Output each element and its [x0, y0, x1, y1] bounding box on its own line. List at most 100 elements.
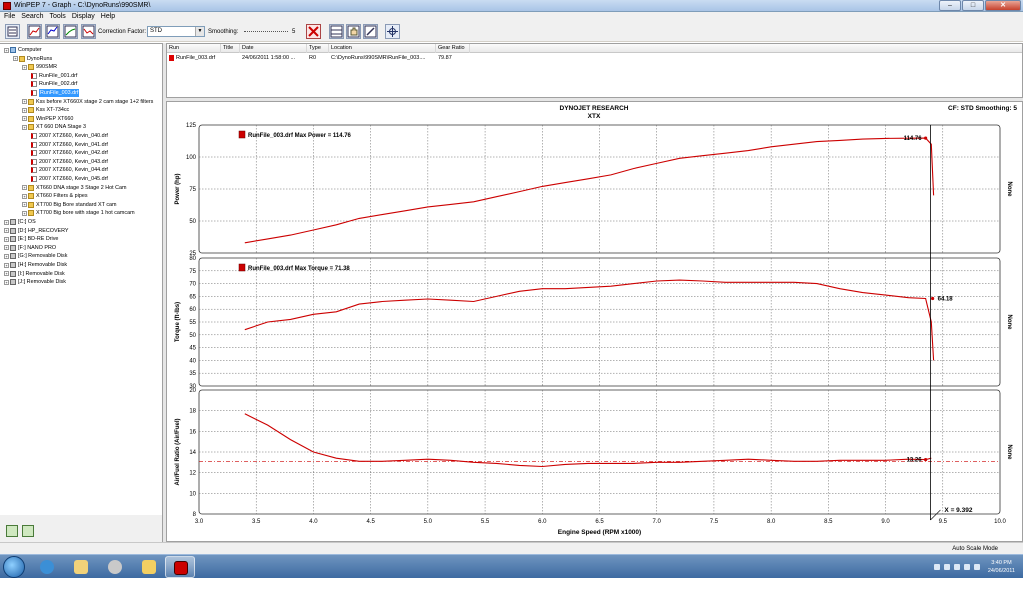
tree-item[interactable]: + DynoRuns [13, 55, 52, 63]
expand-icon[interactable]: + [4, 245, 9, 251]
expand-icon[interactable]: + [22, 185, 27, 191]
network-icon[interactable] [963, 564, 970, 570]
start-button[interactable] [3, 556, 25, 578]
taskbar-winpep[interactable] [165, 556, 195, 578]
menu-file[interactable]: File [4, 12, 15, 22]
tree-item[interactable]: + [C:] OS [4, 218, 36, 226]
menu-display[interactable]: Display [72, 12, 95, 22]
volume-icon[interactable] [973, 564, 980, 570]
hand-tool-button[interactable] [346, 24, 361, 39]
expand-icon[interactable]: + [4, 236, 9, 242]
notes-icon[interactable] [6, 525, 18, 537]
delete-button[interactable] [306, 24, 321, 39]
column-header-location[interactable]: Location [329, 44, 436, 53]
edit-graph-button[interactable] [363, 24, 378, 39]
winpep-icon [174, 561, 188, 575]
tree-item[interactable]: + WinPEP XT660 [22, 115, 73, 123]
tree-item[interactable]: + XT 660 DNA Stage 3 [22, 123, 86, 131]
expand-icon[interactable]: + [22, 193, 27, 199]
tree-item[interactable]: RunFile_003.drf [31, 89, 80, 97]
expand-icon[interactable]: + [22, 107, 27, 113]
tree-item[interactable]: RunFile_001.drf [31, 72, 77, 80]
graph-2-button[interactable] [45, 24, 60, 39]
tree-item[interactable]: + XT700 Big Bore standard XT cam [22, 201, 117, 209]
expand-icon[interactable]: + [4, 271, 9, 277]
column-header-type[interactable]: Type [307, 44, 329, 53]
expand-icon[interactable]: + [22, 124, 27, 130]
close-button[interactable]: ✕ [985, 0, 1021, 11]
tree-item[interactable]: + [F:] NANO PRO [4, 244, 56, 252]
dyno-chart[interactable]: DYNOJET RESEARCH XTX CF: STD Smoothing: … [167, 102, 1022, 541]
expand-icon[interactable]: + [4, 228, 9, 234]
expand-icon[interactable]: + [22, 116, 27, 122]
run-file-icon [31, 150, 37, 157]
tray-icon[interactable] [953, 564, 960, 570]
tree-item[interactable]: + [H:] Removable Disk [4, 261, 67, 269]
tray-icon[interactable] [933, 564, 940, 570]
list-view-button[interactable] [5, 24, 20, 39]
tree-item[interactable]: 2007 XTZ660, Kevin_043.drf [31, 158, 108, 166]
tree-item[interactable]: 2007 XTZ660, Kevin_041.drf [31, 141, 108, 149]
expand-icon[interactable]: + [4, 262, 9, 268]
maximize-button[interactable]: □ [962, 0, 984, 11]
clock[interactable]: 3:40 PM 24/06/2011 [988, 559, 1015, 575]
tree-item[interactable]: + Kss XT-734cc [22, 106, 69, 114]
table-row[interactable]: RunFile_003.drf 24/06/2011 1:58:00 ... R… [167, 54, 1022, 64]
graph-3-button[interactable] [63, 24, 78, 39]
minimize-button[interactable]: – [939, 0, 961, 11]
y-tick-label: 10 [189, 491, 196, 497]
crosshair-button[interactable] [385, 24, 400, 39]
dyno-graph-panel[interactable]: DYNOJET RESEARCH XTX CF: STD Smoothing: … [166, 101, 1023, 542]
tree-item[interactable]: +990SMR [22, 63, 57, 71]
taskbar-media[interactable] [100, 556, 130, 578]
legend-swatch [238, 263, 246, 272]
taskbar-mail[interactable] [66, 556, 96, 578]
taskbar-explorer[interactable] [134, 556, 164, 578]
x-tick-label: 8.0 [767, 519, 776, 525]
column-header-gear-ratio[interactable]: Gear Ratio [436, 44, 470, 53]
tree-item[interactable]: + XT700 Big bore with stage 1 hot camcam [22, 209, 135, 217]
tree-item[interactable]: + [E:] BD-RE Drive [4, 235, 58, 243]
tree-item[interactable]: + [G:] Removable Disk [4, 252, 67, 260]
dyno-icon[interactable] [22, 525, 34, 537]
drive-icon [10, 244, 16, 251]
tree-item[interactable]: + XT660 DNA stage 3 Stage 2 Hot Cam [22, 184, 127, 192]
crosshair-icon [387, 26, 398, 37]
tree-item[interactable]: 2007 XTZ660, Kevin_044.drf [31, 166, 108, 174]
column-header-title[interactable]: Title [221, 44, 240, 53]
tree-item[interactable]: + Kss before XT660X stage 2 cam stage 1+2… [22, 98, 153, 106]
correction-factor-select[interactable]: STD ▼ [147, 26, 205, 37]
column-header-date[interactable]: Date [240, 44, 307, 53]
menu-search[interactable]: Search [21, 12, 43, 22]
tree-item[interactable]: + [I:] Removable Disk [4, 270, 65, 278]
overlay-button[interactable] [329, 24, 344, 39]
tree-item[interactable]: 2007 XTZ660, Kevin_042.drf [31, 149, 108, 157]
expand-icon[interactable]: + [4, 279, 9, 285]
expand-icon[interactable]: + [22, 202, 27, 208]
tree-item[interactable]: + [D:] HP_RECOVERY [4, 227, 69, 235]
expand-icon[interactable]: + [4, 47, 9, 53]
expand-icon[interactable]: + [4, 219, 9, 225]
tree-item[interactable]: + Computer [4, 46, 42, 54]
taskbar-ie[interactable] [32, 556, 62, 578]
menu-help[interactable]: Help [101, 12, 115, 22]
expand-icon[interactable]: + [22, 64, 27, 70]
tree-item[interactable]: + XT660 Filters & pipes [22, 192, 88, 200]
expand-icon[interactable]: + [4, 253, 9, 259]
expand-icon[interactable]: + [22, 210, 27, 216]
menu-tools[interactable]: Tools [49, 12, 65, 22]
smoothing-slider[interactable] [244, 31, 288, 33]
tree-item-label: [D:] HP_RECOVERY [18, 227, 69, 234]
graph-4-button[interactable] [81, 24, 96, 39]
tree-item[interactable]: RunFile_002.drf [31, 80, 77, 88]
tree-item[interactable]: + [J:] Removable Disk [4, 278, 66, 286]
tree-item[interactable]: 2007 XTZ660, Kevin_045.drf [31, 175, 108, 183]
graph-1-button[interactable] [27, 24, 42, 39]
window-title: WinPEP 7 - Graph - C:\DynoRuns\990SMR\ [14, 2, 151, 9]
column-header-run[interactable]: Run [167, 44, 221, 53]
expand-icon[interactable]: + [13, 56, 18, 62]
expand-icon[interactable]: + [22, 99, 27, 105]
chevron-down-icon: ▼ [195, 27, 204, 36]
tray-icon[interactable] [943, 564, 950, 570]
tree-item[interactable]: 2007 XTZ660, Kevin_040.drf [31, 132, 108, 140]
